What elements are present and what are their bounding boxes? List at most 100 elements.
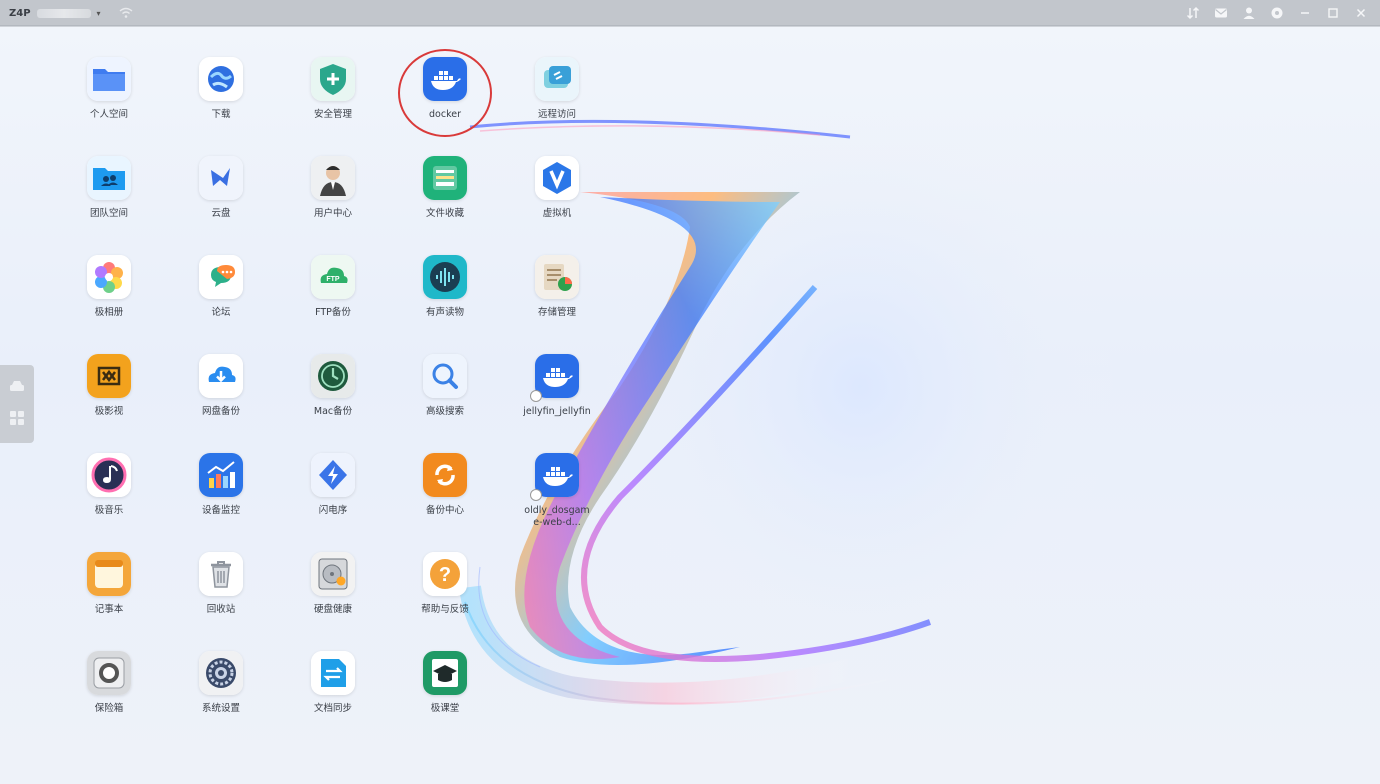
app-flash[interactable]: 闪电序 bbox=[285, 453, 381, 517]
waveform-icon bbox=[423, 255, 467, 299]
app-cloud-backup[interactable]: 网盘备份 bbox=[173, 354, 269, 418]
bolt-icon bbox=[311, 453, 355, 497]
docker-icon bbox=[423, 57, 467, 101]
device-selector[interactable]: Z4P ▾ bbox=[9, 5, 133, 21]
app-label: Mac备份 bbox=[313, 406, 353, 417]
close-icon[interactable] bbox=[1352, 4, 1370, 22]
app-mac-backup[interactable]: Mac备份 bbox=[285, 354, 381, 418]
music-icon bbox=[87, 453, 131, 497]
chat-icon bbox=[199, 255, 243, 299]
maximize-icon[interactable] bbox=[1324, 4, 1342, 22]
app-recycle[interactable]: 回收站 bbox=[173, 552, 269, 616]
sort-icon[interactable] bbox=[1184, 4, 1202, 22]
bars-chart-icon bbox=[199, 453, 243, 497]
app-classroom[interactable]: 极课堂 bbox=[397, 651, 493, 715]
app-user-center[interactable]: 用户中心 bbox=[285, 156, 381, 220]
app-file-collect[interactable]: 文件收藏 bbox=[397, 156, 493, 220]
folder-icon bbox=[87, 57, 131, 101]
app-disk-health[interactable]: 硬盘健康 bbox=[285, 552, 381, 616]
app-oldly[interactable]: oldly_dosgame-web-d... bbox=[509, 453, 605, 529]
app-label: 下载 bbox=[211, 109, 231, 120]
app-xiaoyun[interactable]: 云盘 bbox=[173, 156, 269, 220]
app-label: jellyfin_jellyfin bbox=[523, 406, 591, 417]
time-machine-icon bbox=[311, 354, 355, 398]
title-bar: Z4P ▾ bbox=[0, 0, 1380, 26]
app-label: 高级搜索 bbox=[425, 406, 464, 417]
app-system-settings[interactable]: 系统设置 bbox=[173, 651, 269, 715]
app-security[interactable]: 安全管理 bbox=[285, 57, 381, 121]
app-vm[interactable]: 虚拟机 bbox=[509, 156, 605, 220]
user-icon[interactable] bbox=[1240, 4, 1258, 22]
app-label: 记事本 bbox=[94, 604, 124, 615]
app-label: 闪电序 bbox=[318, 505, 348, 516]
mail-icon[interactable] bbox=[1212, 4, 1230, 22]
flower-icon bbox=[87, 255, 131, 299]
app-label: 虚拟机 bbox=[542, 208, 572, 219]
app-ftp[interactable]: FTP FTP备份 bbox=[285, 255, 381, 319]
vm-icon bbox=[535, 156, 579, 200]
app-label: 云盘 bbox=[211, 208, 231, 219]
shortcut-badge-icon bbox=[530, 489, 542, 501]
device-name: Z4P bbox=[9, 7, 31, 19]
app-team-space[interactable]: 团队空间 bbox=[61, 156, 157, 220]
person-icon bbox=[311, 156, 355, 200]
graduation-cap-icon bbox=[423, 651, 467, 695]
app-safe[interactable]: 保险箱 bbox=[61, 651, 157, 715]
app-search[interactable]: 高级搜索 bbox=[397, 354, 493, 418]
app-docker[interactable]: docker bbox=[397, 57, 493, 121]
drive-icon[interactable] bbox=[9, 378, 25, 397]
app-label: 硬盘健康 bbox=[313, 604, 352, 615]
chevron-down-icon: ▾ bbox=[96, 8, 101, 18]
app-forum[interactable]: 论坛 bbox=[173, 255, 269, 319]
sync-icon bbox=[423, 453, 467, 497]
app-label: 极影视 bbox=[94, 406, 124, 417]
app-label: 有声读物 bbox=[425, 307, 464, 318]
app-jellyfin[interactable]: jellyfin_jellyfin bbox=[509, 354, 605, 418]
safe-icon bbox=[87, 651, 131, 695]
trash-icon bbox=[199, 552, 243, 596]
app-storage[interactable]: 存储管理 bbox=[509, 255, 605, 319]
app-label: 帮助与反馈 bbox=[421, 604, 469, 615]
app-label: oldly_dosgame-web-d... bbox=[524, 505, 590, 528]
app-remote-access[interactable]: 远程访问 bbox=[509, 57, 605, 121]
app-label: 极相册 bbox=[94, 307, 124, 318]
app-label: 网盘备份 bbox=[201, 406, 240, 417]
shield-icon bbox=[311, 57, 355, 101]
settings-icon[interactable] bbox=[1268, 4, 1286, 22]
app-label: 个人空间 bbox=[89, 109, 128, 120]
device-id-blurred bbox=[36, 8, 91, 18]
hdd-icon bbox=[311, 552, 355, 596]
app-label: 文档同步 bbox=[313, 703, 352, 714]
app-file-sync[interactable]: 文档同步 bbox=[285, 651, 381, 715]
cloud-download-icon bbox=[199, 354, 243, 398]
app-audio[interactable]: 有声读物 bbox=[397, 255, 493, 319]
app-label: 极课堂 bbox=[430, 703, 460, 714]
file-sync-icon bbox=[311, 651, 355, 695]
docker-icon bbox=[530, 453, 579, 501]
app-label: docker bbox=[429, 109, 461, 120]
film-icon bbox=[87, 354, 131, 398]
globe-icon bbox=[199, 57, 243, 101]
app-download[interactable]: 下载 bbox=[173, 57, 269, 121]
inbox-icon bbox=[423, 156, 467, 200]
app-help[interactable]: ? 帮助与反馈 bbox=[397, 552, 493, 616]
grid-icon[interactable] bbox=[9, 410, 25, 430]
app-label: 系统设置 bbox=[201, 703, 240, 714]
app-label: 论坛 bbox=[211, 307, 231, 318]
app-notes[interactable]: 记事本 bbox=[61, 552, 157, 616]
wifi-icon bbox=[119, 4, 133, 23]
app-monitor[interactable]: 设备监控 bbox=[173, 453, 269, 517]
app-personal-space[interactable]: 个人空间 bbox=[61, 57, 157, 121]
shortcut-badge-icon bbox=[530, 390, 542, 402]
gear-icon bbox=[199, 651, 243, 695]
app-ziyou[interactable]: 极影视 bbox=[61, 354, 157, 418]
link-icon bbox=[535, 57, 579, 101]
app-backup-center[interactable]: 备份中心 bbox=[397, 453, 493, 517]
svg-text:FTP: FTP bbox=[326, 276, 340, 283]
app-music[interactable]: 极音乐 bbox=[61, 453, 157, 517]
minimize-icon[interactable] bbox=[1296, 4, 1314, 22]
side-panel-tab[interactable] bbox=[0, 365, 34, 443]
bird-icon bbox=[199, 156, 243, 200]
app-photos[interactable]: 极相册 bbox=[61, 255, 157, 319]
app-label: 备份中心 bbox=[425, 505, 464, 516]
